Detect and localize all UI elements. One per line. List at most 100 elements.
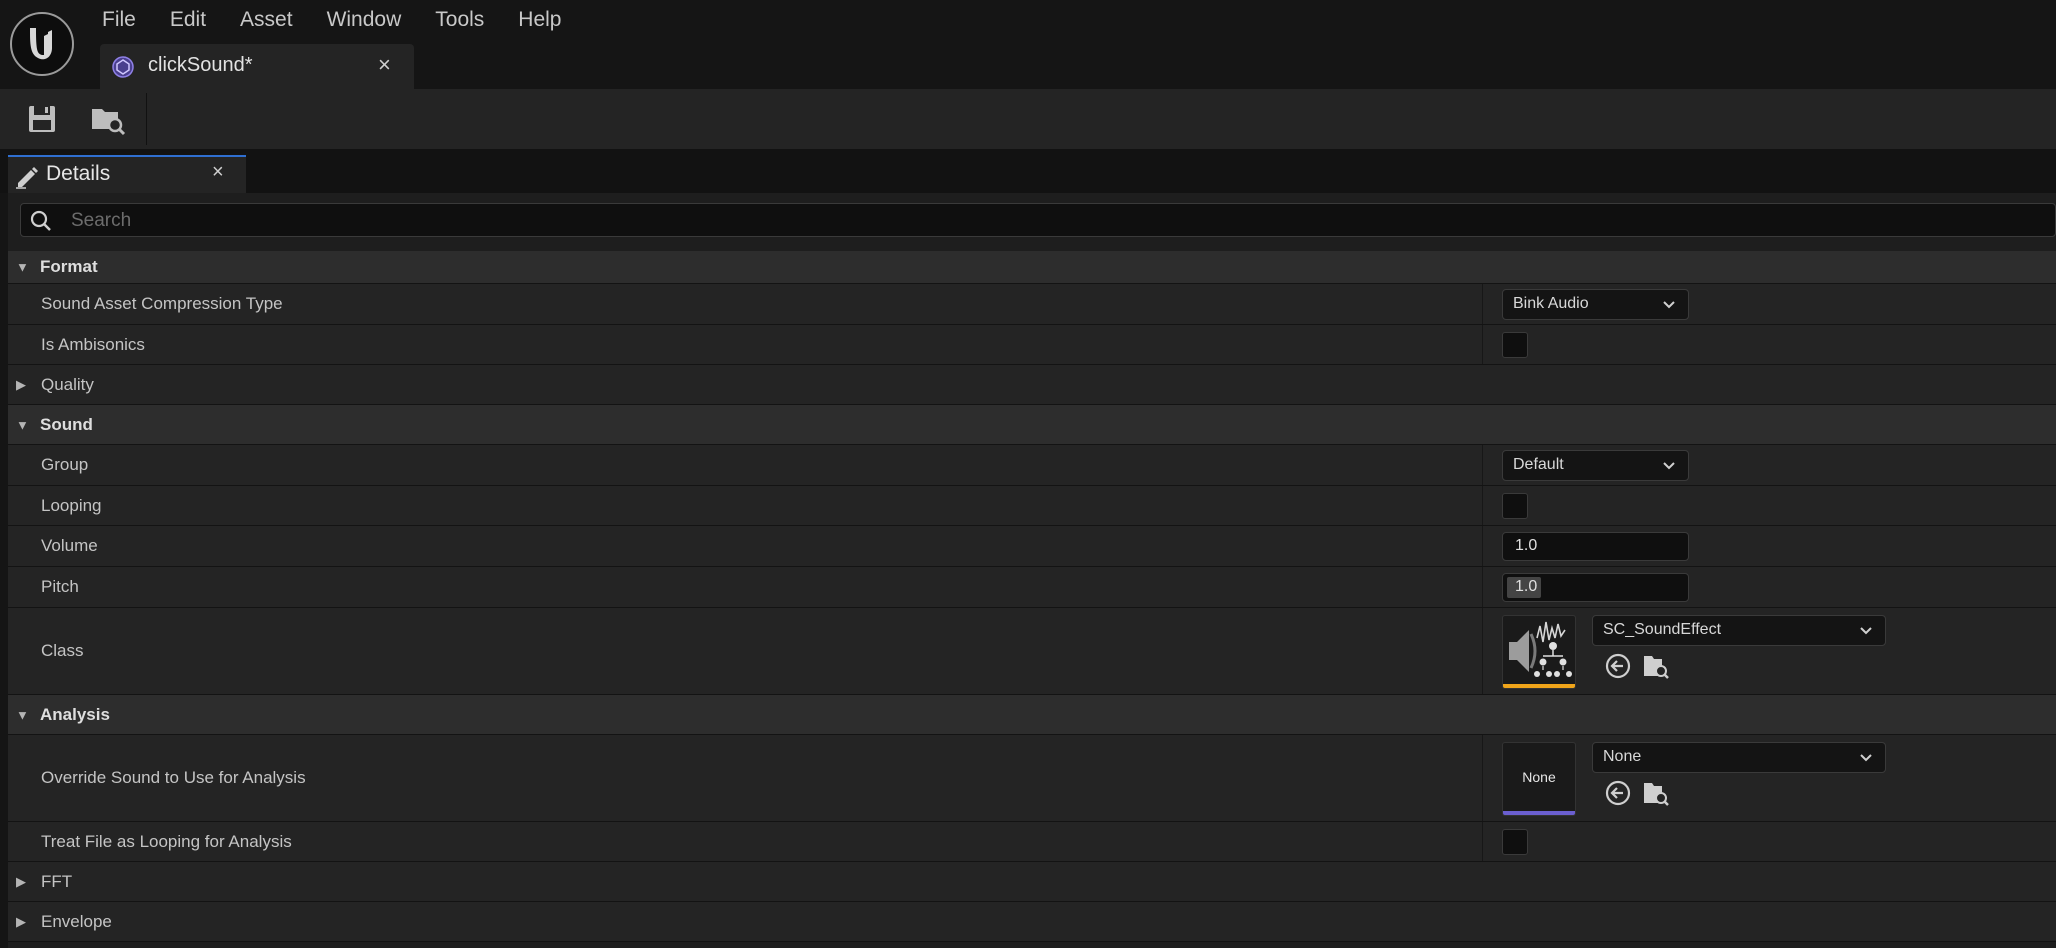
- compression-type-dropdown[interactable]: Bink Audio: [1502, 289, 1689, 320]
- collapse-arrow-icon[interactable]: ▼: [16, 707, 29, 722]
- pencil-details-icon: [14, 163, 40, 194]
- subcategory-label: Envelope: [41, 911, 112, 931]
- asset-toolbar: [0, 89, 2056, 149]
- details-panel: ▼ Format Sound Asset Compression Type Bi…: [8, 193, 2056, 948]
- expand-arrow-icon[interactable]: ▶: [16, 377, 26, 393]
- property-row-group: Group Default: [8, 445, 2056, 486]
- property-label: Looping: [41, 495, 102, 515]
- property-row-treat-looping: Treat File as Looping for Analysis: [8, 822, 2056, 862]
- sound-wave-asset-icon: [112, 56, 134, 83]
- menu-help[interactable]: Help: [518, 6, 561, 34]
- browse-folder-icon: [1644, 656, 1669, 679]
- chevron-down-icon: [1860, 754, 1872, 762]
- asset-type-color-bar: [1503, 684, 1575, 688]
- override-sound-thumbnail[interactable]: None: [1502, 742, 1576, 816]
- save-button[interactable]: [22, 101, 62, 137]
- column-divider[interactable]: [1482, 567, 1483, 607]
- use-selected-arrow-icon: [1605, 653, 1631, 679]
- unreal-logo-icon[interactable]: [10, 12, 74, 76]
- column-divider[interactable]: [1482, 445, 1483, 485]
- pitch-input[interactable]: 1.0: [1502, 573, 1689, 602]
- use-selected-arrow-icon: [1605, 780, 1631, 806]
- property-label: Volume: [41, 536, 98, 555]
- category-sound[interactable]: ▼ Sound: [8, 405, 2056, 445]
- sound-class-thumbnail[interactable]: [1502, 615, 1576, 689]
- document-tab-title: clickSound*: [148, 54, 253, 76]
- document-tab-clicksound[interactable]: clickSound* ×: [100, 44, 414, 89]
- use-selected-asset-button[interactable]: [1604, 779, 1632, 807]
- subcategory-label: Quality: [41, 374, 94, 394]
- menu-file[interactable]: File: [102, 6, 136, 34]
- property-label: Group: [41, 455, 89, 474]
- looping-checkbox[interactable]: [1502, 493, 1528, 519]
- menu-edit[interactable]: Edit: [170, 6, 206, 34]
- property-label: Override Sound to Use for Analysis: [41, 768, 306, 787]
- search-icon: [29, 209, 53, 238]
- menu-asset[interactable]: Asset: [240, 6, 293, 34]
- override-sound-dropdown[interactable]: None: [1592, 742, 1886, 773]
- category-label: Sound: [40, 414, 93, 434]
- pitch-value: 1.0: [1515, 578, 1538, 595]
- browse-to-asset-button[interactable]: [88, 101, 128, 137]
- sound-class-icon: [1509, 621, 1572, 677]
- menu-bar: File Edit Asset Window Tools Help clickS…: [0, 0, 2056, 89]
- save-icon: [29, 106, 55, 132]
- column-divider[interactable]: [1482, 486, 1483, 525]
- thumbnail-none-label: None: [1522, 769, 1556, 785]
- property-label: Class: [41, 641, 84, 660]
- close-icon[interactable]: ×: [212, 161, 224, 184]
- category-fft[interactable]: ▶ FFT: [8, 862, 2056, 902]
- property-row-ambisonics: Is Ambisonics: [8, 325, 2056, 365]
- chevron-down-icon: [1860, 627, 1872, 635]
- close-icon[interactable]: ×: [378, 52, 391, 78]
- menu-tools[interactable]: Tools: [435, 6, 484, 34]
- collapse-arrow-icon[interactable]: ▼: [16, 260, 29, 275]
- subcategory-label: FFT: [41, 871, 73, 891]
- browse-asset-button[interactable]: [1642, 779, 1670, 807]
- category-analysis[interactable]: ▼ Analysis: [8, 695, 2056, 735]
- search-box[interactable]: [20, 203, 2056, 237]
- property-row-looping: Looping: [8, 486, 2056, 526]
- menu-window[interactable]: Window: [327, 6, 402, 34]
- property-row-pitch: Pitch 1.0: [8, 567, 2056, 608]
- category-envelope[interactable]: ▶ Envelope: [8, 902, 2056, 942]
- dropdown-value: SC_SoundEffect: [1603, 621, 1722, 638]
- column-divider[interactable]: [1482, 526, 1483, 566]
- group-dropdown[interactable]: Default: [1502, 450, 1689, 481]
- collapse-arrow-icon[interactable]: ▼: [16, 417, 29, 432]
- property-label: Sound Asset Compression Type: [41, 294, 283, 313]
- treat-looping-checkbox[interactable]: [1502, 829, 1528, 855]
- class-asset-dropdown[interactable]: SC_SoundEffect: [1592, 615, 1886, 646]
- volume-value: 1.0: [1515, 537, 1538, 554]
- column-divider[interactable]: [1482, 735, 1483, 821]
- category-label: Format: [40, 257, 98, 276]
- volume-input[interactable]: 1.0: [1502, 532, 1689, 561]
- property-row-volume: Volume 1.0: [8, 526, 2056, 567]
- details-tab-title: Details: [46, 162, 111, 185]
- property-label: Pitch: [41, 577, 79, 596]
- column-divider[interactable]: [1482, 608, 1483, 694]
- column-divider[interactable]: [1482, 325, 1483, 364]
- is-ambisonics-checkbox[interactable]: [1502, 332, 1528, 358]
- details-tab[interactable]: Details ×: [8, 155, 246, 193]
- category-format[interactable]: ▼ Format: [8, 251, 2056, 284]
- use-selected-asset-button[interactable]: [1604, 652, 1632, 680]
- dropdown-value: Default: [1513, 456, 1564, 473]
- column-divider[interactable]: [1482, 822, 1483, 861]
- property-label: Treat File as Looping for Analysis: [41, 831, 292, 851]
- column-divider[interactable]: [1482, 284, 1483, 324]
- asset-type-color-bar: [1503, 811, 1575, 815]
- property-row-compression: Sound Asset Compression Type Bink Audio: [8, 284, 2056, 325]
- expand-arrow-icon[interactable]: ▶: [16, 914, 26, 930]
- browse-asset-button[interactable]: [1642, 652, 1670, 680]
- main-menu: File Edit Asset Window Tools Help: [102, 6, 596, 34]
- category-quality[interactable]: ▶ Quality: [8, 365, 2056, 405]
- search-input[interactable]: [69, 206, 1973, 236]
- dropdown-value: Bink Audio: [1513, 295, 1589, 312]
- property-row-override-sound: Override Sound to Use for Analysis None …: [8, 735, 2056, 822]
- property-label: Is Ambisonics: [41, 334, 145, 354]
- panel-tab-strip: [0, 149, 2056, 193]
- category-label: Analysis: [40, 704, 110, 724]
- expand-arrow-icon[interactable]: ▶: [16, 874, 26, 890]
- property-row-class: Class SC_SoundEffect: [8, 608, 2056, 695]
